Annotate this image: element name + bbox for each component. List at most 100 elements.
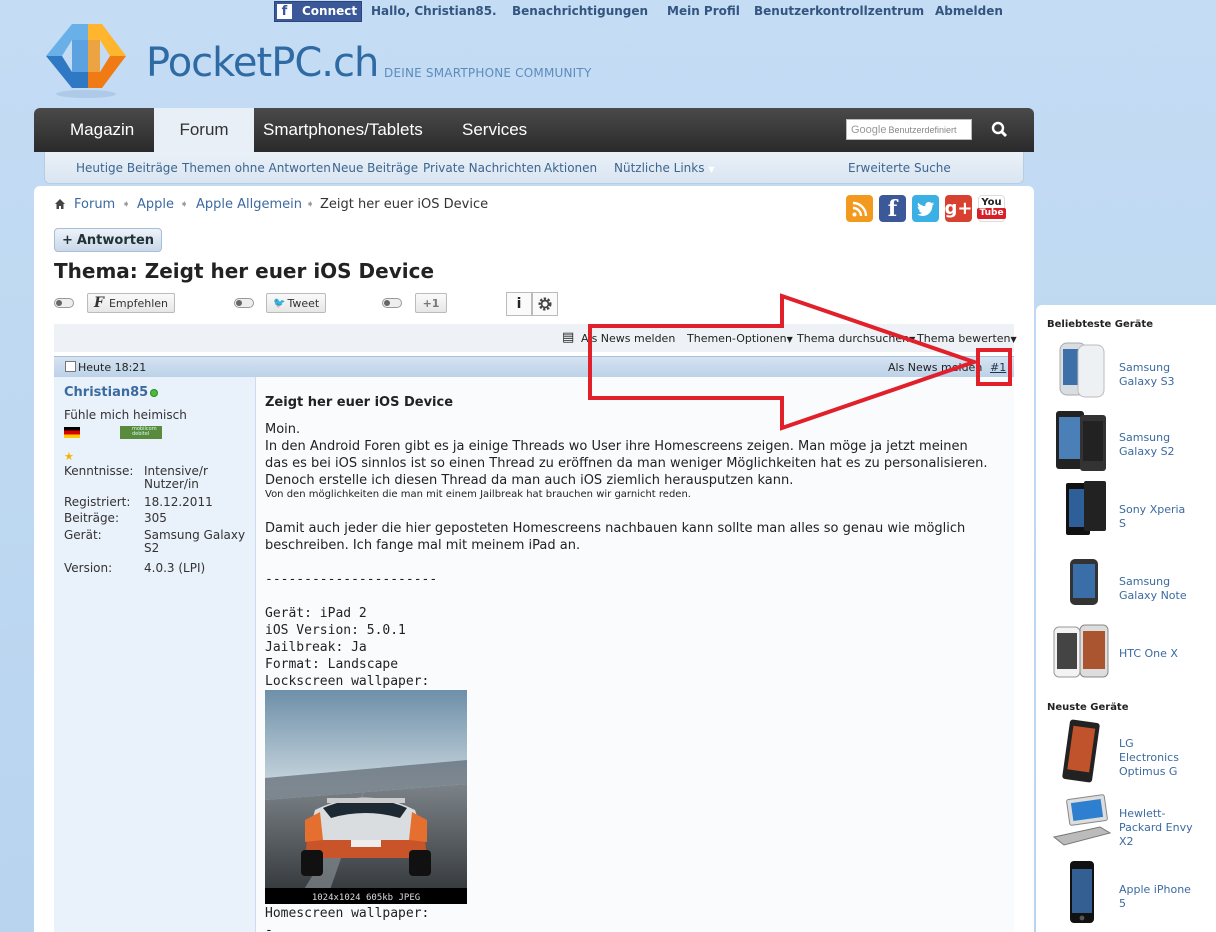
post-spec-line: Format: Landscape [265, 657, 399, 672]
user-field-value: Samsung Galaxy [144, 528, 246, 542]
site-tagline: DEINE SMARTPHONE COMMUNITY [384, 66, 592, 80]
device-item-galaxy-note[interactable]: Samsung Galaxy Note [1048, 555, 1216, 619]
newest-devices-title: Neuste Geräte [1047, 702, 1129, 713]
private-messages-link[interactable]: Private Nachrichten [423, 161, 541, 175]
device-name: Apple iPhone 5 [1119, 883, 1191, 910]
device-name: HTC One X [1119, 647, 1178, 660]
newspaper-icon: ▤ [562, 330, 575, 345]
todays-posts-link[interactable]: Heutige Beiträge [76, 161, 178, 175]
advanced-search-link[interactable]: Erweiterte Suche [848, 161, 951, 175]
device-item-galaxy-s2[interactable]: Samsung Galaxy S2 [1048, 409, 1216, 473]
top-bar: f Connect [274, 0, 362, 22]
actions-link[interactable]: Aktionen [544, 161, 597, 175]
post-text-line: - [265, 923, 273, 932]
post-text-line: beschreiben. Ich fange mal mit meinem iP… [265, 538, 581, 553]
sub-nav: Heutige Beiträge Themen ohne Antworten N… [44, 152, 1024, 184]
provider-badge: mobilcom debitel [120, 426, 162, 439]
pocketpc-logo-icon[interactable] [42, 18, 130, 100]
post-text-line: Moin. [265, 422, 301, 437]
device-name: Hewlett- Packard Envy X2 [1119, 807, 1193, 848]
device-item-hp-envy-x2[interactable]: Hewlett- Packard Envy X2 [1048, 793, 1216, 857]
tab-magazin[interactable]: Magazin [52, 108, 154, 152]
logout-link[interactable]: Abmelden [935, 4, 1003, 18]
user-cp-link[interactable]: Benutzerkontrollzentrum [754, 4, 924, 18]
device-item-iphone-5[interactable]: Apple iPhone 5 [1048, 861, 1216, 925]
tab-services[interactable]: Services [462, 108, 552, 152]
popular-devices-title: Beliebteste Geräte [1047, 319, 1153, 330]
post-spec-line: Homescreen wallpaper: [265, 906, 430, 921]
twitter-share-toggle[interactable] [234, 298, 254, 308]
breadcrumb-current: Zeigt her euer iOS Device [320, 197, 489, 212]
laptop-image [1052, 794, 1112, 846]
user-field-value: S2 [144, 541, 160, 555]
info-icon[interactable]: i [506, 292, 532, 316]
unanswered-threads-link[interactable]: Themen ohne Antworten [182, 161, 331, 175]
google-plus-icon[interactable]: g+ [945, 195, 972, 222]
connect-label: Connect [302, 4, 358, 18]
lockscreen-wallpaper-image[interactable]: 1024x1024 605kb JPEG [265, 690, 467, 904]
phone-image [1062, 719, 1100, 783]
user-field-label: Registriert: [64, 495, 131, 509]
device-item-htc-one-x[interactable]: HTC One X [1048, 623, 1216, 687]
youtube-icon[interactable]: You Tube [977, 195, 1006, 222]
gplus-button[interactable]: +1 [415, 293, 447, 313]
device-name: Samsung Galaxy Note [1119, 575, 1187, 602]
rss-icon[interactable] [846, 195, 873, 222]
breadcrumb-apple-allgemein[interactable]: Apple Allgemein [196, 197, 302, 212]
reply-button[interactable]: + Antworten [54, 228, 162, 252]
breadcrumb-forum[interactable]: Forum [74, 197, 115, 212]
chevron-down-icon: ▼ [708, 165, 715, 174]
facebook-connect-button[interactable]: f Connect [274, 0, 362, 22]
phone-image [1070, 861, 1094, 923]
car-wallpaper-image [265, 690, 467, 904]
tab-smartphones-tablets[interactable]: Smartphones/Tablets [263, 108, 453, 152]
thread-title: Thema: Zeigt her euer iOS Device [54, 259, 435, 283]
user-field-value: 305 [144, 511, 167, 525]
main-nav: Magazin Forum Smartphones/Tablets Servic… [34, 108, 1034, 152]
device-name: Sony Xperia S [1119, 503, 1186, 530]
post-user-info: Christian85 Fühle mich heimisch mobilcom… [54, 377, 256, 932]
username-link[interactable]: Christian85 [64, 385, 148, 400]
twitter-bird-icon: 🐦 [273, 297, 286, 309]
post-text-line: In den Android Foren gibt es ja einige T… [265, 439, 968, 454]
facebook-icon: F [94, 295, 104, 311]
post-date: Heute 18:21 [78, 361, 147, 374]
facebook-icon[interactable]: f [879, 195, 906, 222]
user-field-label: Kenntnisse: [64, 464, 134, 478]
breadcrumb-arrow-icon: ➧ [122, 199, 131, 210]
user-field-value: Nutzer/in [144, 477, 199, 491]
my-profile-link[interactable]: Mein Profil [667, 4, 740, 18]
device-item-xperia-s[interactable]: Sony Xperia S [1048, 481, 1216, 545]
phone-image [1070, 559, 1098, 605]
useful-links-menu[interactable]: Nützliche Links ▼ [614, 161, 714, 175]
post-separator: ---------------------- [265, 572, 438, 587]
new-posts-link[interactable]: Neue Beiträge [332, 161, 418, 175]
notifications-link[interactable]: Benachrichtigungen [512, 4, 648, 18]
online-status-icon [150, 389, 158, 397]
phone-image [1059, 342, 1105, 398]
google-search-input[interactable]: Google Benutzerdefiniert [846, 119, 972, 140]
tweet-button[interactable]: 🐦 Tweet [266, 293, 327, 313]
breadcrumb-apple[interactable]: Apple [137, 197, 174, 212]
search-icon[interactable] [990, 120, 1010, 140]
device-name: Samsung Galaxy S2 [1119, 431, 1175, 458]
facebook-share-toggle[interactable] [54, 298, 74, 308]
user-field-label: Gerät: [64, 528, 102, 542]
gplus-share-toggle[interactable] [382, 298, 402, 308]
twitter-icon[interactable] [912, 195, 939, 222]
device-name: Samsung Galaxy S3 [1119, 361, 1175, 388]
site-name[interactable]: PocketPC.ch [146, 40, 379, 86]
user-field-label: Beiträge: [64, 511, 119, 525]
home-icon[interactable] [54, 198, 66, 210]
post-small-text: Von den möglichkeiten die man mit einem … [265, 489, 691, 500]
device-item-lg-optimus-g[interactable]: LG Electronics Optimus G [1048, 719, 1216, 783]
device-item-galaxy-s3[interactable]: Samsung Galaxy S3 [1048, 339, 1216, 403]
tab-forum[interactable]: Forum [154, 108, 254, 152]
post-spec-line: iOS Version: 5.0.1 [265, 623, 406, 638]
facebook-recommend-button[interactable]: F Empfehlen [87, 293, 176, 313]
post-spec-line: Jailbreak: Ja [265, 640, 367, 655]
phone-image [1056, 411, 1106, 471]
gear-icon[interactable] [532, 292, 558, 316]
post-select-checkbox[interactable] [65, 361, 76, 372]
phone-image [1066, 481, 1106, 535]
